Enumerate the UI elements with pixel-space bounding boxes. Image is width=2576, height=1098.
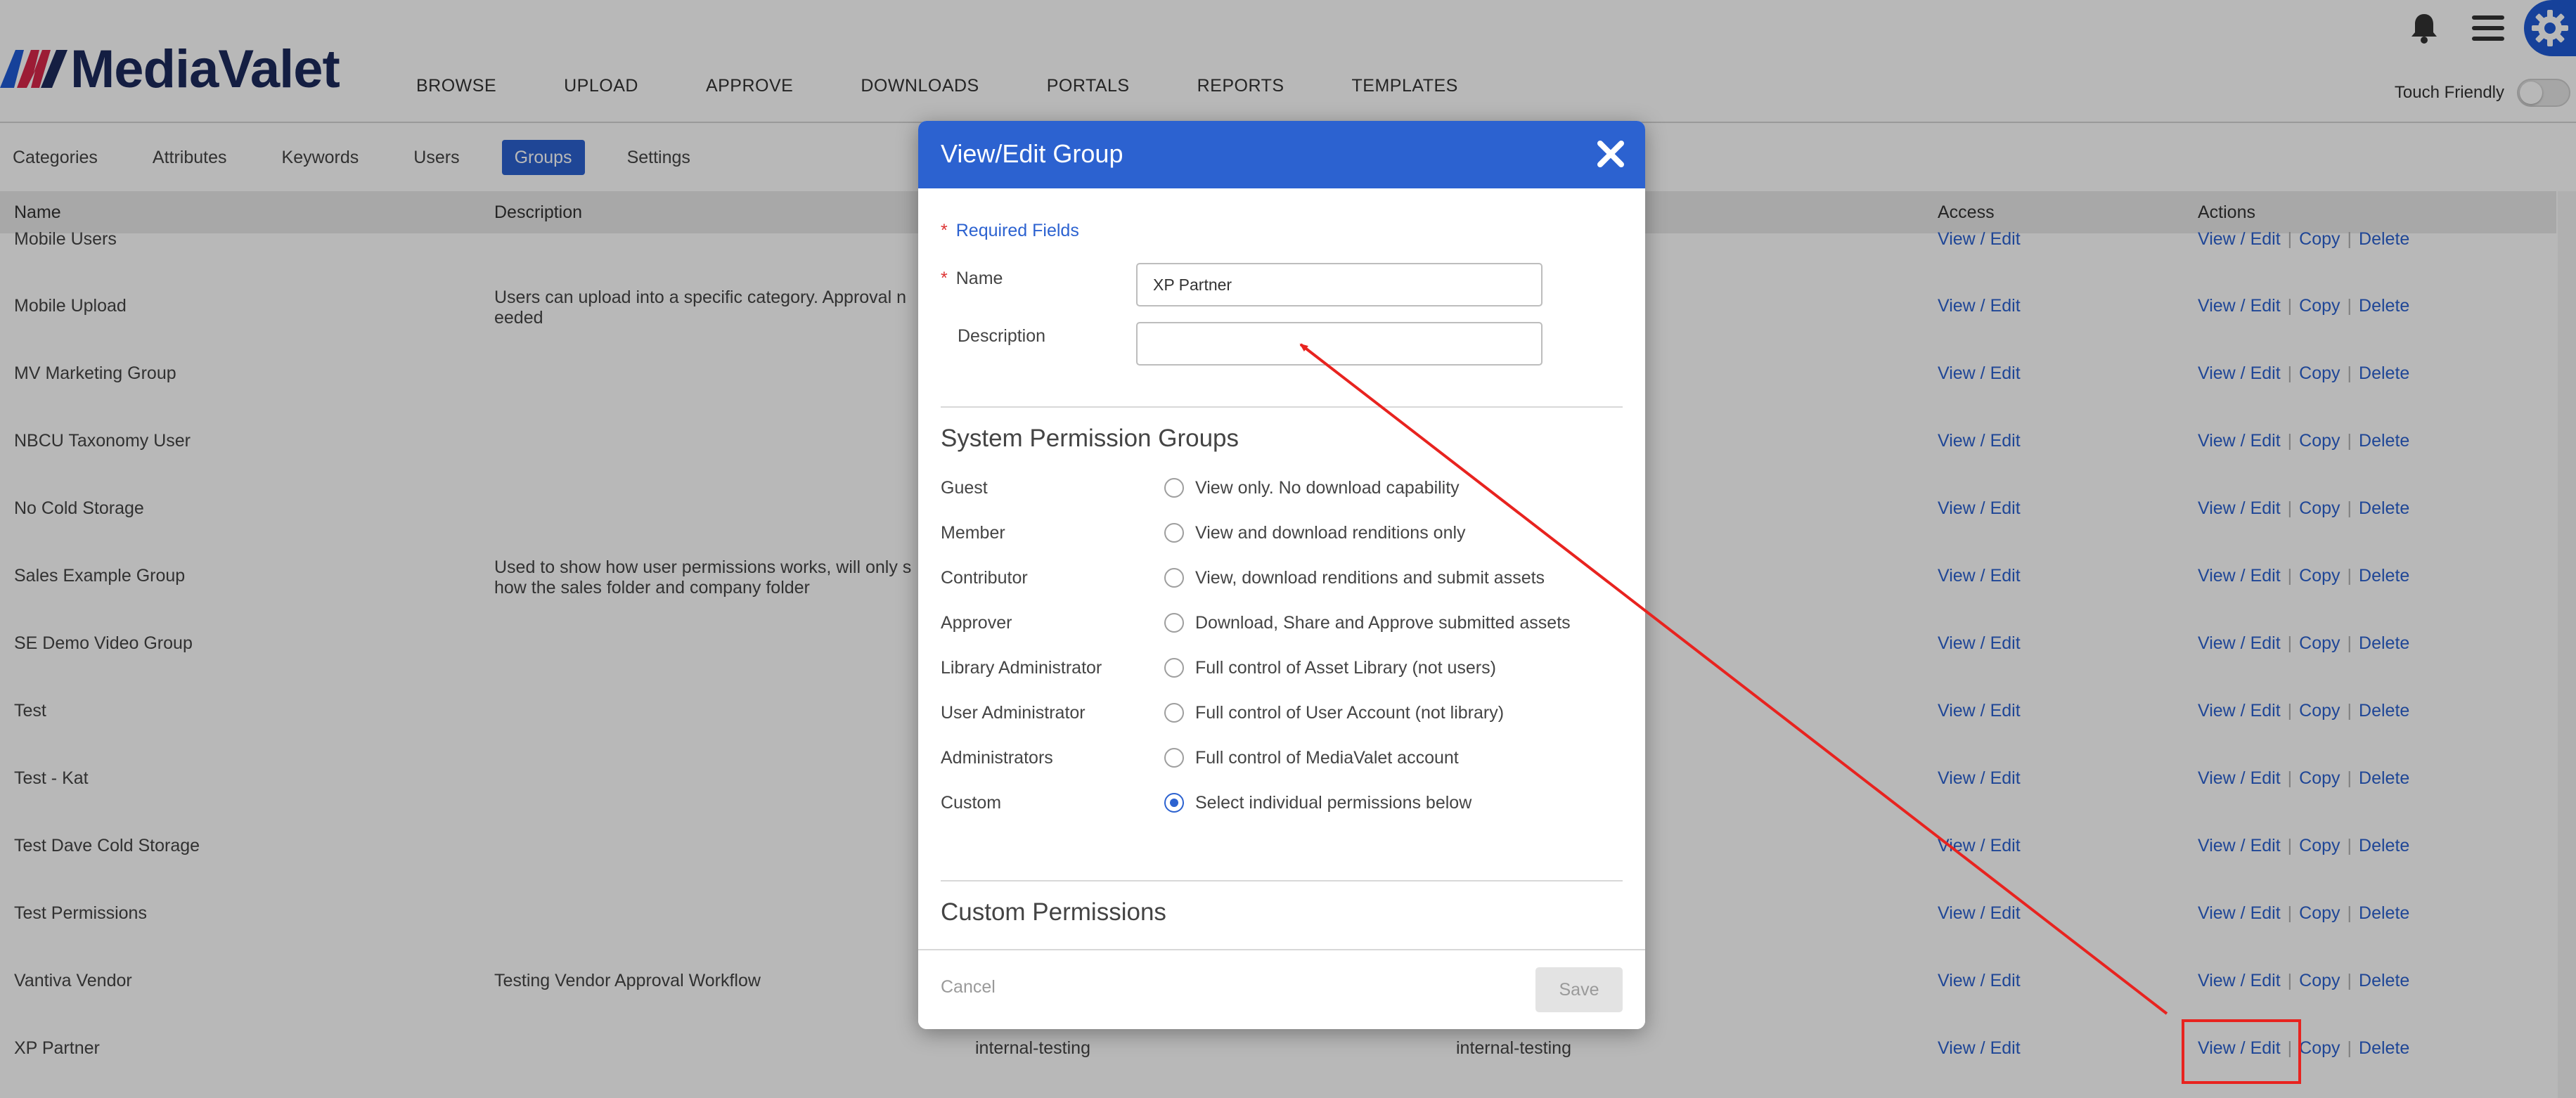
view-edit-group-dialog: View/Edit Group * Required Fields * Name D… (918, 121, 1645, 1029)
permission-group-label: User Administrator (941, 703, 1086, 723)
required-asterisk: * (941, 221, 948, 240)
section-divider (941, 880, 1623, 881)
permission-option-row: Custom Select individual permissions belo… (941, 789, 1602, 817)
close-icon[interactable] (1593, 136, 1628, 172)
description-field-label: Description (958, 326, 1046, 346)
permission-group-label: Custom (941, 793, 1002, 813)
permission-radio[interactable] (1164, 658, 1184, 678)
required-fields-label: Required Fields (955, 221, 1079, 240)
permission-option-row: Administrators Full control of MediaValet… (941, 744, 1602, 772)
permission-radio[interactable] (1164, 613, 1184, 633)
permission-description: Download, Share and Approve submitted as… (1195, 613, 1571, 633)
permission-description: View, download renditions and submit ass… (1195, 568, 1545, 588)
permission-group-label: Contributor (941, 568, 1028, 588)
permission-option-row: Approver Download, Share and Approve subm… (941, 609, 1602, 637)
cancel-button[interactable]: Cancel (941, 977, 996, 997)
group-name-input[interactable] (1136, 263, 1543, 306)
permission-radio[interactable] (1164, 748, 1184, 768)
permission-group-label: Approver (941, 613, 1012, 633)
permission-radio[interactable] (1164, 793, 1184, 813)
permission-description: Full control of MediaValet account (1195, 748, 1459, 768)
group-description-input[interactable] (1136, 322, 1543, 366)
permission-description: View and download renditions only (1195, 523, 1466, 543)
permission-description: View only. No download capability (1195, 478, 1460, 498)
permission-description: Select individual permissions below (1195, 793, 1472, 813)
permission-option-row: Contributor View, download renditions and… (941, 564, 1602, 592)
permission-group-label: Guest (941, 478, 988, 498)
section-divider (941, 406, 1623, 408)
dialog-header: View/Edit Group (918, 121, 1645, 188)
permission-description: Full control of User Account (not librar… (1195, 703, 1505, 723)
required-asterisk: * (941, 269, 948, 288)
permission-radio[interactable] (1164, 478, 1184, 498)
required-fields-note: * Required Fields (941, 221, 1079, 241)
permission-description: Full control of Asset Library (not users… (1195, 658, 1496, 678)
dialog-title: View/Edit Group (941, 139, 1123, 168)
permission-group-label: Library Administrator (941, 658, 1102, 678)
permission-group-label: Administrators (941, 748, 1053, 768)
permission-group-label: Member (941, 523, 1005, 543)
permission-option-row: Member View and download renditions only (941, 519, 1602, 547)
name-label-text: Name (955, 269, 1003, 288)
permission-radio[interactable] (1164, 523, 1184, 543)
custom-permissions-title: Custom Permissions (941, 898, 1166, 926)
permission-option-row: User Administrator Full control of User A… (941, 699, 1602, 727)
system-permission-groups-title: System Permission Groups (941, 425, 1239, 452)
permission-radio[interactable] (1164, 568, 1184, 588)
permission-option-row: Library Administrator Full control of Ass… (941, 654, 1602, 682)
permission-option-row: Guest View only. No download capability (941, 474, 1602, 502)
dialog-footer: Cancel Save (918, 949, 1645, 1029)
name-field-label: * Name (941, 269, 1003, 289)
save-button[interactable]: Save (1535, 967, 1623, 1012)
permission-radio[interactable] (1164, 703, 1184, 723)
